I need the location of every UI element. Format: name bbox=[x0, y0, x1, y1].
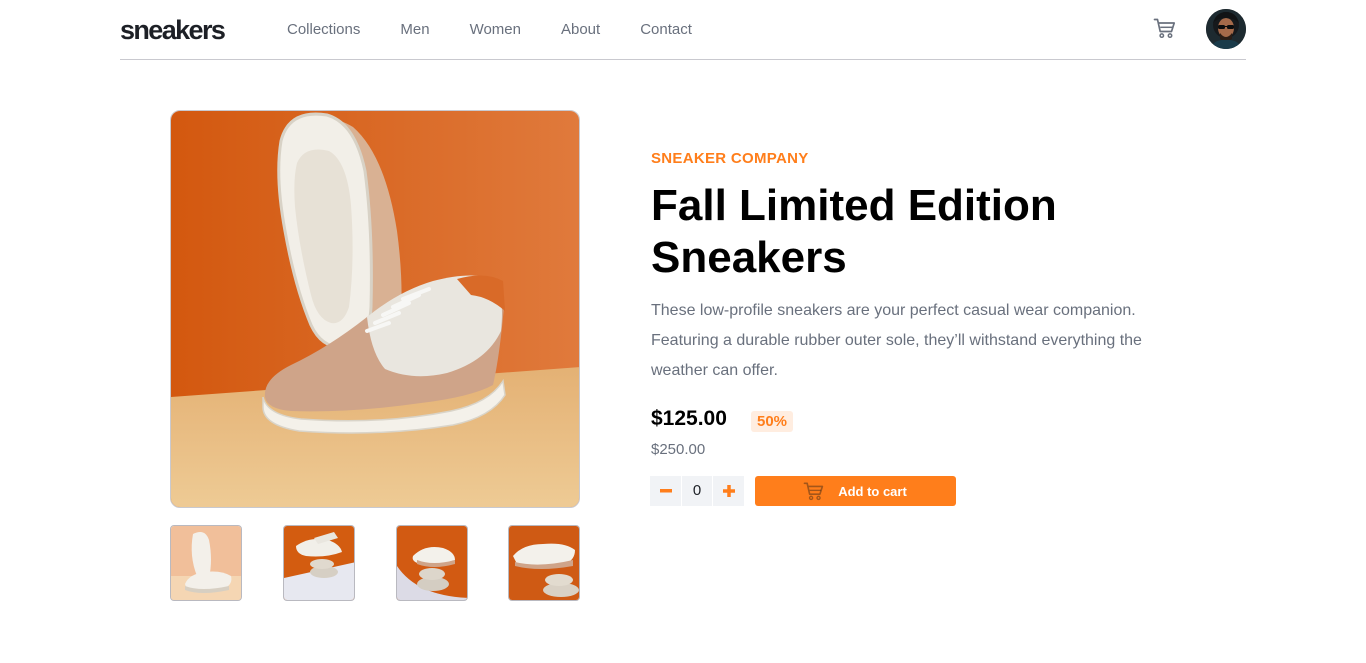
original-price: $250.00 bbox=[651, 441, 706, 458]
nav-contact[interactable]: Contact bbox=[640, 20, 692, 40]
company-label: SNEAKER COMPANY bbox=[651, 150, 809, 167]
thumbnail-3[interactable] bbox=[396, 525, 468, 601]
avatar[interactable] bbox=[1206, 9, 1246, 49]
cart-icon bbox=[802, 481, 826, 501]
thumbnail-strip bbox=[170, 525, 580, 601]
quantity-stepper: 0 bbox=[650, 476, 745, 506]
thumbnail-1[interactable] bbox=[170, 525, 242, 601]
product-title: Fall Limited Edition Sneakers bbox=[651, 181, 1057, 282]
main-nav: Collections Men Women About Contact bbox=[287, 20, 692, 40]
nav-men[interactable]: Men bbox=[400, 20, 429, 40]
product-main-image[interactable] bbox=[170, 110, 580, 508]
current-price: $125.00 bbox=[651, 407, 727, 430]
add-to-cart-label: Add to cart bbox=[838, 483, 907, 499]
nav-collections[interactable]: Collections bbox=[287, 20, 360, 40]
product-description: These low-profile sneakers are your perf… bbox=[651, 302, 1142, 379]
site-header: sneakers Collections Men Women About Con… bbox=[120, 0, 1246, 60]
nav-women[interactable]: Women bbox=[470, 20, 521, 40]
add-to-cart-button[interactable]: Add to cart bbox=[755, 476, 956, 506]
plus-icon[interactable] bbox=[713, 476, 744, 506]
thumbnail-4[interactable] bbox=[508, 525, 580, 601]
discount-badge: 50% bbox=[751, 411, 793, 432]
minus-icon[interactable] bbox=[650, 476, 681, 506]
quantity-value[interactable]: 0 bbox=[682, 476, 712, 506]
thumbnail-2[interactable] bbox=[283, 525, 355, 601]
cart-icon[interactable] bbox=[1153, 16, 1177, 40]
logo[interactable]: sneakers bbox=[120, 14, 226, 46]
nav-about[interactable]: About bbox=[561, 20, 600, 40]
